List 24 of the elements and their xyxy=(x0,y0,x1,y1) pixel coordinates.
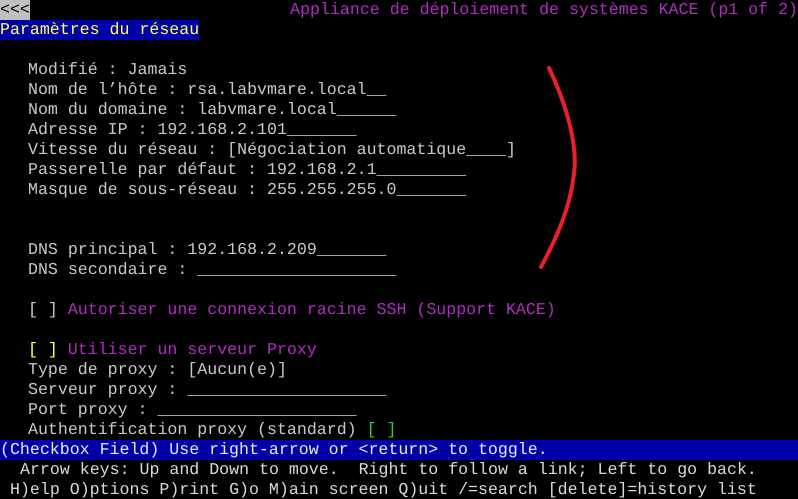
field-row[interactable]: DNS secondaire : ____________________ xyxy=(28,260,396,280)
back-link[interactable]: <<< xyxy=(0,0,30,20)
field-row[interactable]: Passerelle par défaut : 192.168.2.1_________ xyxy=(28,160,466,180)
field-row[interactable]: Modifié : Jamais xyxy=(28,60,188,80)
section-title: Paramètres du réseau xyxy=(0,20,200,40)
field-row[interactable]: Vitesse du réseau : [Négociation automatique____] xyxy=(28,140,516,160)
checkbox-label: Utiliser un serveur Proxy xyxy=(66,340,317,360)
field-row[interactable]: Type de proxy : [Aucun(e)] xyxy=(28,360,287,380)
checkbox[interactable]: [ ] xyxy=(28,340,58,360)
field-row[interactable]: Masque de sous-réseau : 255.255.255.0_______ xyxy=(28,180,466,200)
status-bar: (Checkbox Field) Use right-arrow or <return> to toggle. xyxy=(0,440,798,460)
field-row[interactable]: Adresse IP : 192.168.2.101_______ xyxy=(28,120,357,140)
field-row[interactable]: Port proxy : ____________________ xyxy=(28,400,357,420)
help-line: Arrow keys: Up and Down to move. Right to follow a link; Left to go back. xyxy=(19,460,758,480)
field-row[interactable]: Serveur proxy : ____________________ xyxy=(28,380,386,400)
field-row[interactable]: Nom du domaine : labvmare.local______ xyxy=(28,100,396,120)
field-row[interactable]: DNS principal : 192.168.2.209_______ xyxy=(28,240,386,260)
checkbox[interactable]: [ ] xyxy=(28,300,58,320)
checkbox-label: Authentification proxy (standard) xyxy=(28,420,358,440)
field-row[interactable]: Nom de l’hôte : rsa.labvmare.local__ xyxy=(28,80,386,100)
checkbox-label: Autoriser une connexion racine SSH (Support KACE) xyxy=(66,300,556,320)
screen-title: Appliance de déploiement de systèmes KACE (p1 of 2) xyxy=(290,0,798,20)
help-line: H)elp O)ptions P)rint G)o M)ain screen Q)uit /=search [delete]=history list xyxy=(9,480,758,499)
checkbox[interactable]: [ ] xyxy=(366,420,396,440)
